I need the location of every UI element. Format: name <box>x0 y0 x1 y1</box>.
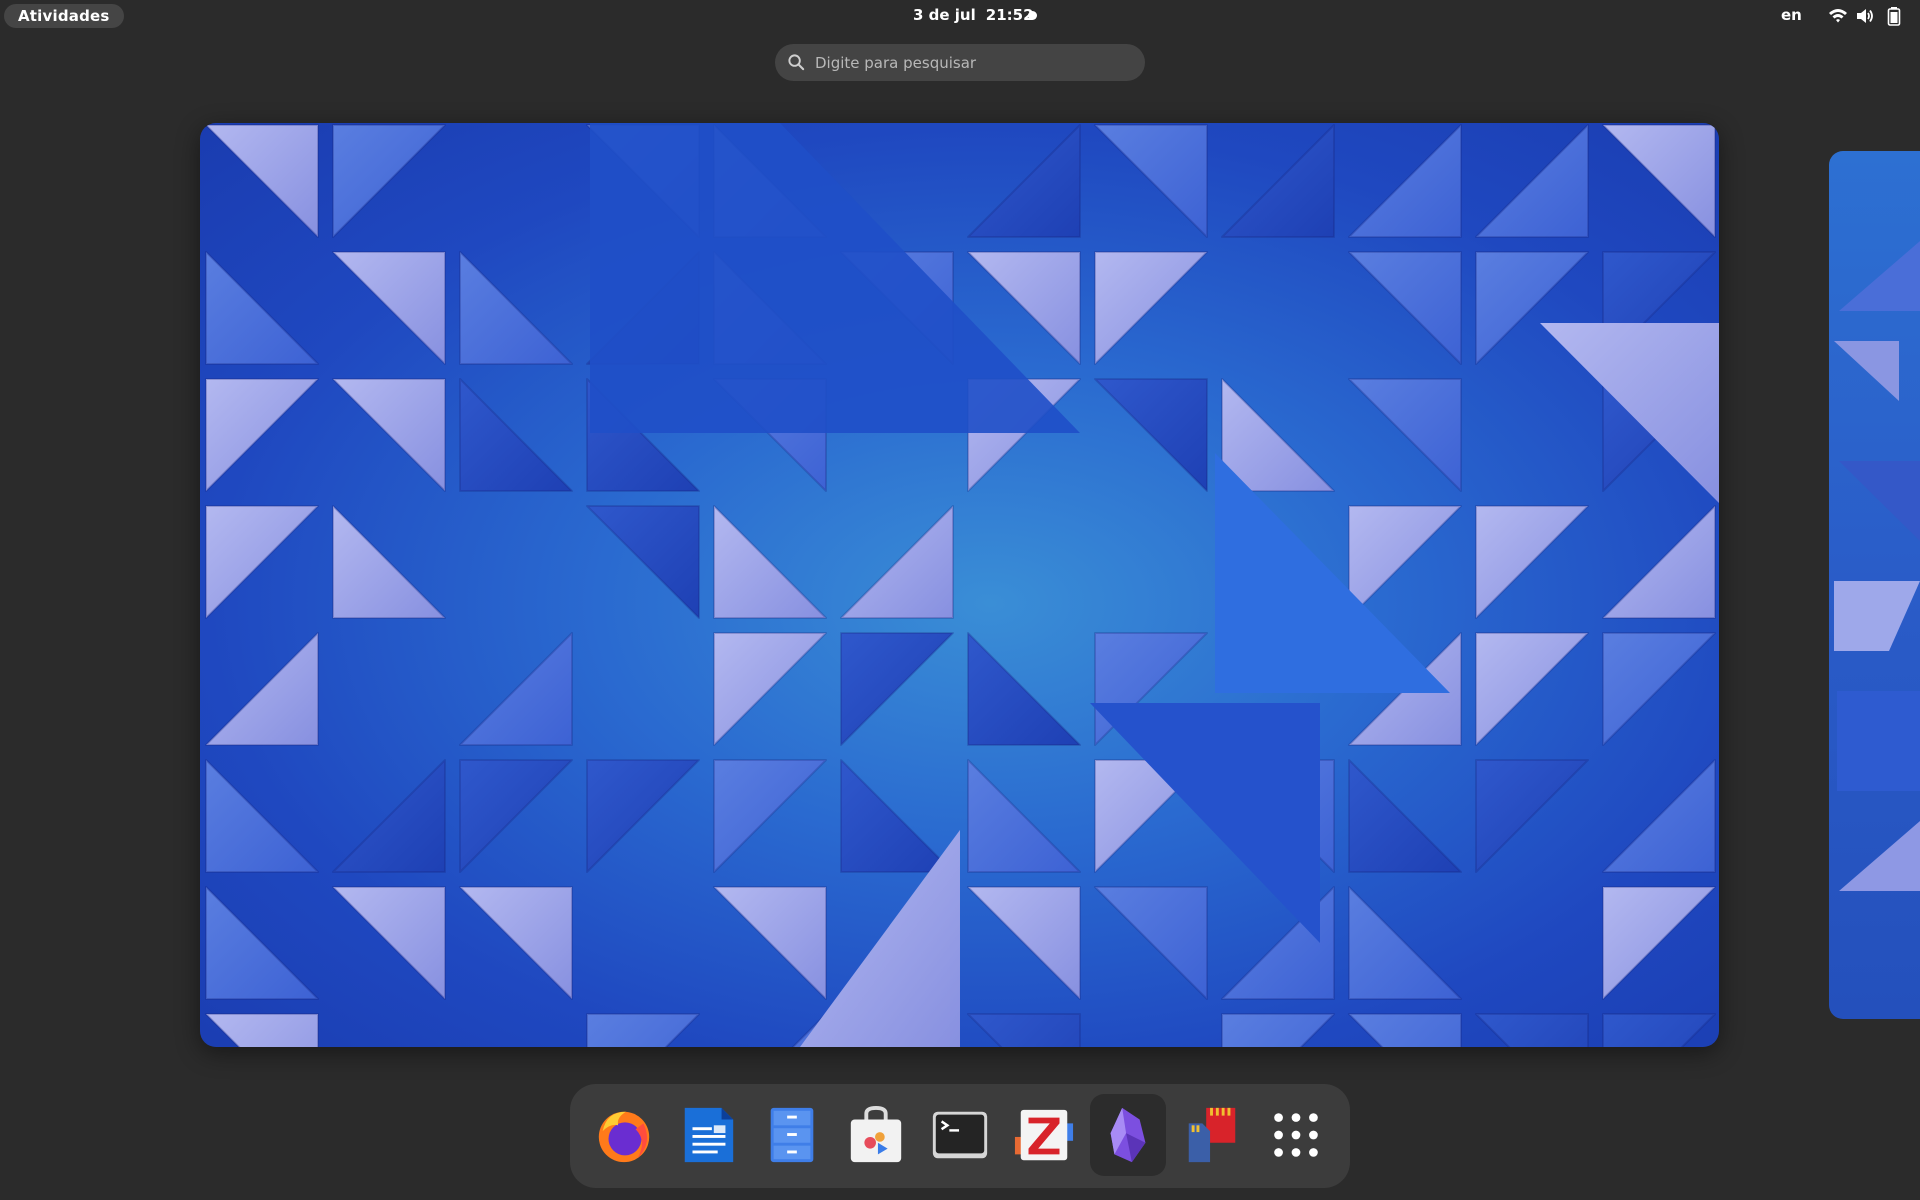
wallpaper-tile <box>1475 632 1589 746</box>
dock <box>570 1084 1350 1188</box>
wallpaper-tile <box>1602 886 1716 1000</box>
dock-item-zotero[interactable] <box>1006 1094 1082 1176</box>
wallpaper-tile <box>205 632 319 746</box>
battery-icon[interactable] <box>1884 6 1904 26</box>
zotero-icon <box>1014 1109 1074 1161</box>
dock-item-writer[interactable] <box>670 1094 746 1176</box>
clock-button[interactable]: 3 de jul 21:52 <box>913 0 1034 31</box>
wallpaper-tile <box>1475 124 1589 238</box>
wallpaper-tile <box>967 632 1081 746</box>
wallpaper-tile <box>205 124 319 238</box>
wallpaper-tile <box>332 759 446 873</box>
wallpaper-tile <box>459 632 573 746</box>
software-store-icon <box>850 1105 902 1163</box>
wallpaper-image-next <box>1834 241 1920 891</box>
wallpaper-tile <box>1348 505 1462 619</box>
wifi-icon[interactable] <box>1828 6 1848 26</box>
wallpaper-tile <box>1348 1013 1462 1047</box>
wallpaper-tile <box>1602 1013 1716 1047</box>
workspace-thumbnail-current[interactable] <box>200 123 1719 1047</box>
wallpaper-tile <box>332 886 446 1000</box>
wallpaper-tile <box>1602 632 1716 746</box>
app-grid-icon <box>1274 1113 1318 1157</box>
wallpaper-tile <box>586 759 700 873</box>
wallpaper-tile <box>205 1013 319 1047</box>
wallpaper-tile <box>205 505 319 619</box>
wallpaper-tile <box>1348 124 1462 238</box>
wallpaper-tile <box>1221 1013 1335 1047</box>
wallpaper-tile <box>1094 251 1208 365</box>
wallpaper-tile <box>967 759 1081 873</box>
wallpaper-tile <box>713 759 827 873</box>
wallpaper-tile <box>713 632 827 746</box>
wallpaper-tile <box>1094 886 1208 1000</box>
wallpaper-tile <box>840 759 954 873</box>
wallpaper-tile <box>1094 124 1208 238</box>
wallpaper-tile <box>332 378 446 492</box>
wallpaper-tile <box>1094 378 1208 492</box>
search-input[interactable] <box>815 44 1135 81</box>
wallpaper-tile <box>1602 759 1716 873</box>
wallpaper-tile <box>459 251 573 365</box>
wallpaper-tile <box>713 505 827 619</box>
dock-item-software[interactable] <box>838 1094 914 1176</box>
wallpaper-tile <box>1475 1013 1589 1047</box>
input-language-indicator[interactable]: en <box>1781 0 1802 31</box>
wallpaper-tile <box>205 759 319 873</box>
top-bar: Atividades 3 de jul 21:52 en <box>0 0 1920 31</box>
wallpaper-tile <box>1602 124 1716 238</box>
wallpaper-tile <box>586 1013 700 1047</box>
workspace-thumbnail-next[interactable] <box>1829 151 1920 1019</box>
wallpaper-tile <box>459 886 573 1000</box>
wallpaper-tile <box>1475 505 1589 619</box>
terminal-icon <box>932 1111 988 1159</box>
dock-item-files[interactable] <box>754 1094 830 1176</box>
wallpaper-tile <box>1348 886 1462 1000</box>
wallpaper-tile <box>586 505 700 619</box>
wallpaper-tile <box>1348 378 1462 492</box>
wallpaper-tile <box>713 886 827 1000</box>
activities-button[interactable]: Atividades <box>4 4 124 28</box>
search-icon <box>788 54 805 71</box>
wallpaper-tile <box>205 251 319 365</box>
dock-item-sd-card[interactable] <box>1174 1094 1250 1176</box>
wallpaper-tile <box>967 1013 1081 1047</box>
wallpaper-tile <box>1602 505 1716 619</box>
wallpaper-tile <box>332 124 446 238</box>
wallpaper-tile <box>459 759 573 873</box>
sd-cards-icon <box>1188 1107 1236 1163</box>
wallpaper-tile <box>205 886 319 1000</box>
volume-icon[interactable] <box>1855 6 1875 26</box>
wallpaper-tile <box>1475 759 1589 873</box>
dock-item-obsidian[interactable] <box>1090 1094 1166 1176</box>
wallpaper-tile <box>1348 251 1462 365</box>
wallpaper-image <box>205 123 1719 1047</box>
notification-dot <box>1028 11 1037 20</box>
dock-item-show-apps[interactable] <box>1258 1094 1334 1176</box>
wallpaper-tile <box>840 632 954 746</box>
wallpaper-tile <box>205 378 319 492</box>
wallpaper-tile <box>1221 124 1335 238</box>
file-cabinet-icon <box>770 1107 814 1163</box>
clock-time: 21:52 <box>985 6 1034 24</box>
clock-date: 3 de jul <box>913 6 976 24</box>
wallpaper-tile <box>967 124 1081 238</box>
wallpaper-tile <box>332 505 446 619</box>
wallpaper-tile <box>840 505 954 619</box>
obsidian-icon <box>1110 1107 1146 1163</box>
wallpaper-tile <box>1348 759 1462 873</box>
dock-item-terminal[interactable] <box>922 1094 998 1176</box>
wallpaper-tile <box>332 251 446 365</box>
dock-item-firefox[interactable] <box>586 1094 662 1176</box>
firefox-icon <box>598 1111 650 1163</box>
wallpaper-tile <box>459 378 573 492</box>
wallpaper-tile <box>967 886 1081 1000</box>
wallpaper-tile <box>1221 378 1335 492</box>
writer-icon <box>684 1107 734 1163</box>
search-bar[interactable] <box>775 44 1145 81</box>
